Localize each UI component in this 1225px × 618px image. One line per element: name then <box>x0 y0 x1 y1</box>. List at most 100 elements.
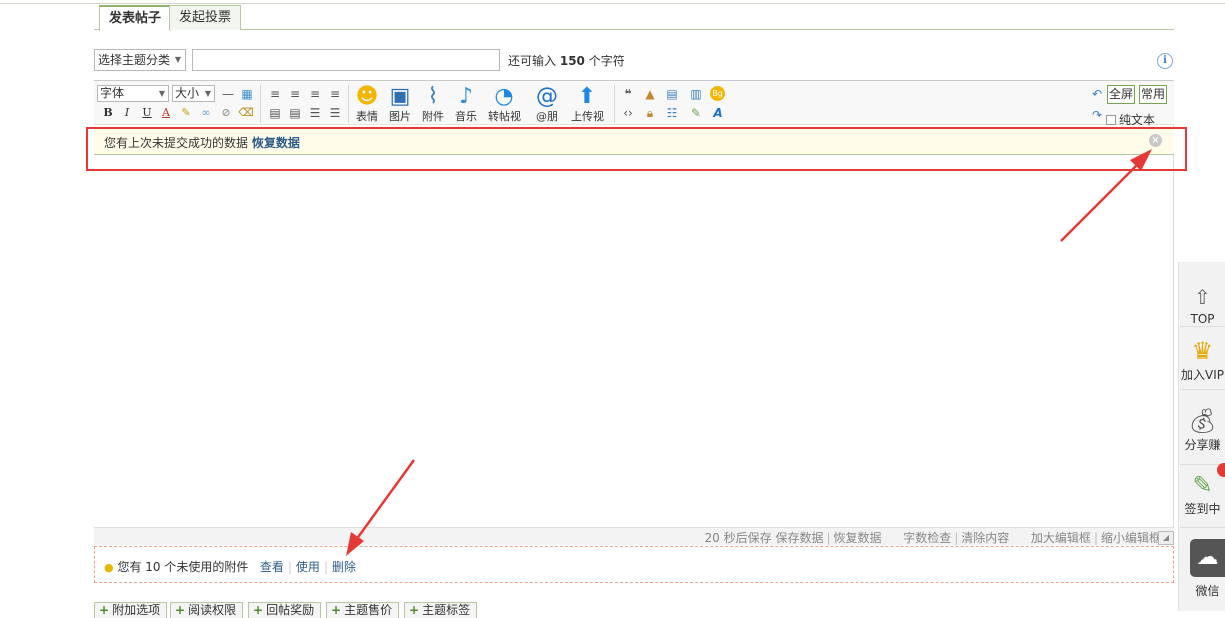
upload-video-button[interactable]: ⬆ 上传视 <box>571 84 604 124</box>
font-style-icon[interactable]: A <box>710 105 726 121</box>
toolbar-separator <box>348 85 349 123</box>
share-earn-button[interactable]: 💰︎ 分享赚 <box>1180 406 1225 453</box>
clear-format-icon[interactable]: ⌫ <box>238 105 254 121</box>
wechat-icon[interactable]: ☁ <box>1190 539 1225 577</box>
size-select[interactable]: 大小 ▼ <box>172 85 215 102</box>
subject-input[interactable] <box>192 49 500 71</box>
redo-icon[interactable]: ↷ <box>1089 107 1105 123</box>
source-code-icon[interactable]: ‹› <box>620 105 636 121</box>
lightbulb-icon: ● <box>104 561 114 574</box>
tab-read-permission[interactable]: + 阅读权限 <box>170 602 244 618</box>
lock-icon[interactable]: 🔒︎ <box>642 105 658 121</box>
use-attachments-link[interactable]: 使用 <box>296 560 320 574</box>
char-remaining: 还可输入 150 个字符 <box>508 54 625 68</box>
category-select[interactable]: 选择主题分类 ▼ <box>94 49 186 71</box>
save-data-link[interactable]: 保存数据 <box>775 531 823 545</box>
attachment-button[interactable]: ⌇ 附件 <box>417 84 449 124</box>
plain-text-toggle[interactable]: 纯文本 <box>1106 111 1155 128</box>
bbcode-icon[interactable]: Bg <box>710 86 725 101</box>
smiley-icon: ☻ <box>355 84 379 109</box>
align-right-icon[interactable]: ≡ <box>307 86 323 102</box>
money-bag-icon: 💰︎ <box>1187 407 1218 435</box>
shrink-editor-link[interactable]: 缩小编辑框 <box>1101 531 1161 545</box>
sidebar-divider <box>1180 389 1225 390</box>
chevron-down-icon: ▼ <box>158 89 165 98</box>
italic-button[interactable]: I <box>119 105 135 121</box>
image-button[interactable]: ▣ 图片 <box>384 84 416 124</box>
align-justify-icon[interactable]: ≡ <box>327 86 343 102</box>
wechat-label[interactable]: 微信 <box>1190 582 1225 599</box>
horizontal-rule-icon[interactable]: — <box>220 86 236 102</box>
chevron-down-icon: ▼ <box>174 55 181 64</box>
common-button[interactable]: 常用 <box>1139 85 1168 104</box>
toolbar-separator <box>614 85 615 123</box>
quote-icon[interactable]: ❝ <box>620 86 636 102</box>
autosave-countdown: 20 秒后保存 <box>704 531 772 545</box>
tab-thread-tags[interactable]: + 主题标签 <box>404 602 478 618</box>
view-attachments-link[interactable]: 查看 <box>260 560 284 574</box>
plus-icon: + <box>253 603 264 617</box>
image-icon: ▣ <box>389 84 411 109</box>
plus-icon: + <box>99 603 110 617</box>
category-select-label: 选择主题分类 <box>98 53 171 67</box>
mention-button[interactable]: @ @朋 <box>531 84 563 124</box>
tab-reply-reward[interactable]: + 回帖奖励 <box>248 602 322 618</box>
table-icon[interactable]: ▦ <box>239 86 255 102</box>
resize-handle-icon[interactable]: ◢ <box>1158 531 1174 545</box>
char-remaining-count: 150 <box>559 54 585 68</box>
word-check-link[interactable]: 字数检查 <box>903 531 951 545</box>
bold-button[interactable]: B <box>100 105 116 121</box>
background-color-icon[interactable]: ✎ <box>178 105 194 121</box>
restore-data-link-bottom[interactable]: 恢复数据 <box>834 531 882 545</box>
password-icon[interactable]: ✎ <box>688 105 704 121</box>
at-icon: @ <box>536 84 558 109</box>
top-divider <box>0 3 1225 4</box>
back-to-top-button[interactable]: ⇧ TOP <box>1180 282 1225 326</box>
font-color-button[interactable]: A <box>158 105 174 121</box>
float-left-icon[interactable]: ▤ <box>267 105 283 121</box>
toolbar-separator <box>260 85 261 123</box>
fullscreen-button[interactable]: 全屏 <box>1107 85 1136 104</box>
link-icon[interactable]: ∞ <box>198 105 214 121</box>
unlink-icon[interactable]: ⊘ <box>218 105 234 121</box>
tab-extra-options[interactable]: + 附加选项 <box>94 602 168 618</box>
upload-arrow-icon: ⬆ <box>577 84 597 109</box>
code-block-icon[interactable]: ▤ <box>664 86 680 102</box>
tab-thread-price[interactable]: + 主题售价 <box>326 602 400 618</box>
enlarge-editor-link[interactable]: 加大编辑框 <box>1031 531 1091 545</box>
crown-icon: ♛ <box>1191 337 1214 365</box>
align-center-icon[interactable]: ≡ <box>287 86 303 102</box>
float-right-icon[interactable]: ▤ <box>287 105 303 121</box>
page-break-icon[interactable]: ▥ <box>688 86 704 102</box>
ordered-list-icon[interactable]: ☰ <box>307 105 323 121</box>
align-left-icon[interactable]: ≡ <box>267 86 283 102</box>
underline-button[interactable]: U <box>139 105 155 121</box>
bullet-list-icon[interactable]: ☰ <box>327 105 343 121</box>
tab-post[interactable]: 发表帖子 <box>99 5 172 31</box>
plain-text-checkbox[interactable] <box>1106 115 1116 125</box>
paperclip-icon: ⌇ <box>427 84 439 109</box>
chevron-down-icon: ▼ <box>204 89 211 98</box>
editor-content-area[interactable] <box>95 156 1173 526</box>
video-icon: ◔ <box>494 84 514 109</box>
undo-icon[interactable]: ↶ <box>1089 86 1105 102</box>
plus-icon: + <box>409 603 420 617</box>
clear-content-link[interactable]: 清除内容 <box>961 531 1009 545</box>
plus-icon: + <box>175 603 186 617</box>
tab-bar-line <box>94 29 1174 30</box>
delete-attachments-link[interactable]: 删除 <box>332 560 356 574</box>
emoji-button[interactable]: ☻ 表情 <box>351 84 383 124</box>
join-vip-button[interactable]: ♛ 加入VIP <box>1180 336 1225 383</box>
music-button[interactable]: ♪ 音乐 <box>450 84 482 124</box>
info-icon[interactable]: i <box>1157 53 1173 69</box>
sign-in-button[interactable]: ✎ 签到中 <box>1180 470 1225 517</box>
repost-video-button[interactable]: ◔ 转帖视 <box>488 84 521 124</box>
tab-poll[interactable]: 发起投票 <box>169 5 242 30</box>
unused-attachments-text: ● 您有 10 个未使用的附件 查看 | 使用 | 删除 <box>104 560 356 574</box>
status-actions: 20 秒后保存 保存数据 | 恢复数据 字数检查 | 清除内容 加大编辑框 | 缩小编辑框 <box>704 531 1161 545</box>
font-select[interactable]: 字体 ▼ <box>97 85 169 102</box>
sidebar-divider <box>1180 527 1225 528</box>
separator-line-icon[interactable]: ☷ <box>664 105 680 121</box>
paid-content-icon[interactable]: ▲ <box>642 86 658 102</box>
sidebar-divider <box>1180 326 1225 327</box>
